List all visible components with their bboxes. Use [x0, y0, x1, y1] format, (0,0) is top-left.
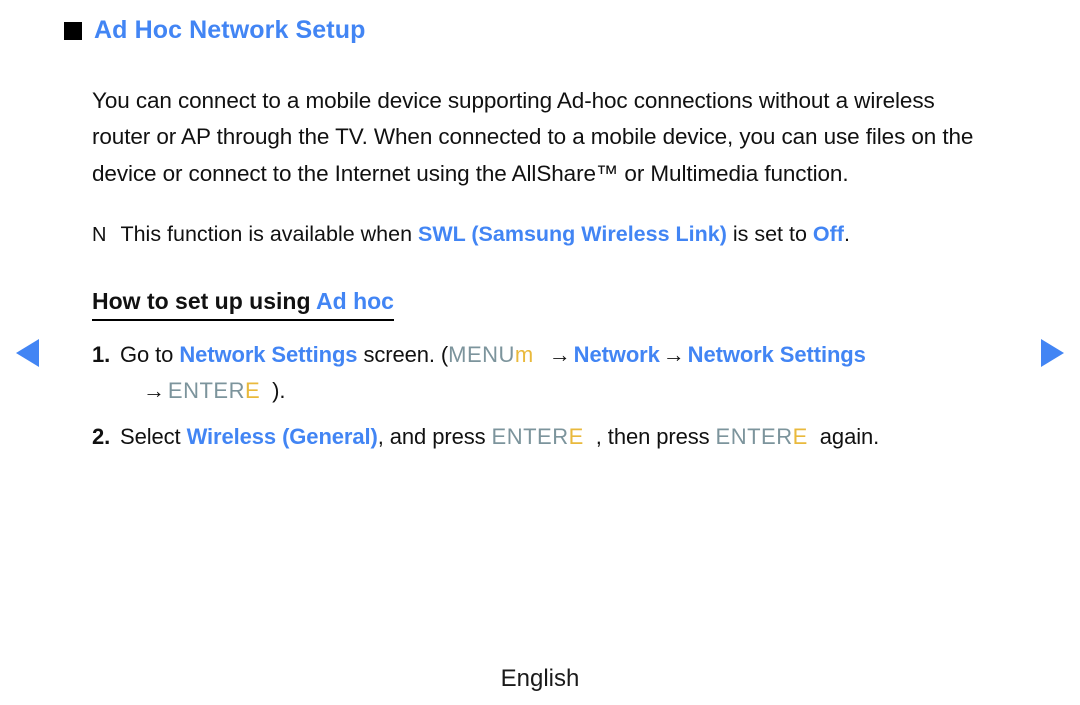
- previous-page-arrow-icon[interactable]: [16, 339, 39, 367]
- step1-link-network-settings-2: Network Settings: [687, 342, 866, 367]
- step2-link-wireless-general: Wireless (General): [186, 424, 378, 449]
- note-highlight-off: Off: [812, 222, 844, 246]
- square-bullet-icon: [64, 21, 82, 40]
- step-body-1-continued: → ENTERE).: [120, 373, 1037, 409]
- step-item-2: 2. Select Wireless (General), and press …: [92, 419, 1037, 455]
- note-text-after: .: [843, 222, 850, 246]
- note-marker-icon: N: [92, 224, 107, 246]
- step2-text-after: again.: [819, 424, 880, 449]
- step2-text-middle: , and press: [377, 424, 492, 449]
- step-item-1: 1. Go to Network Settings screen. (MENUm…: [92, 337, 1037, 409]
- step1-arrow-2-icon: →: [662, 342, 685, 367]
- intro-paragraph: You can connect to a mobile device suppo…: [92, 87, 974, 186]
- step2-key-enter-label-1: ENTER: [491, 424, 569, 449]
- steps-list: 1. Go to Network Settings screen. (MENUm…: [92, 337, 1037, 465]
- step2-key-enter-glyph-1: E: [568, 424, 584, 449]
- step1-text-before: Go to: [120, 342, 180, 367]
- page-title: Ad Hoc Network Setup: [94, 16, 366, 44]
- note-text: This function is available when SWL (Sam…: [120, 218, 850, 250]
- step1-key-enter-label: ENTER: [167, 378, 245, 403]
- step1-link-network: Network: [573, 342, 660, 367]
- note-text-before: This function is available when: [120, 222, 419, 246]
- step1-text-after: screen. (: [357, 342, 449, 367]
- note-text-middle: is set to: [726, 222, 813, 246]
- step2-text-middle-2: , then press: [595, 424, 716, 449]
- howto-heading-plain: How to set up using: [92, 288, 317, 314]
- step1-key-enter-glyph: E: [244, 378, 261, 403]
- step1-key-menu-label: MENU: [448, 342, 515, 367]
- page-title-row: Ad Hoc Network Setup: [64, 16, 365, 45]
- step2-key-enter-label-2: ENTER: [715, 424, 793, 449]
- next-page-arrow-icon[interactable]: [1041, 339, 1064, 367]
- step1-key-menu-glyph: m: [514, 342, 534, 367]
- step1-text-close: ).: [272, 378, 286, 403]
- step2-text-before: Select: [120, 424, 187, 449]
- step-number-2: 2.: [92, 424, 111, 449]
- step2-key-enter-glyph-2: E: [792, 424, 808, 449]
- howto-heading-accent: Ad hoc: [316, 288, 394, 314]
- step-number-1: 1.: [92, 342, 111, 367]
- note-line: N This function is available when SWL (S…: [92, 218, 1022, 251]
- step-body-1: Go to Network Settings screen. (MENUm → Ne…: [120, 337, 1037, 373]
- step-body-2: Select Wireless (General), and press ENT…: [120, 419, 1037, 455]
- step1-arrow-1-icon: →: [548, 342, 571, 367]
- footer-language-label: English: [500, 665, 580, 692]
- howto-heading: How to set up using Ad hoc: [92, 288, 394, 321]
- note-highlight-swl: SWL (Samsung Wireless Link): [418, 222, 727, 246]
- step1-arrow-3-icon: →: [143, 378, 165, 403]
- step1-link-network-settings: Network Settings: [179, 342, 358, 367]
